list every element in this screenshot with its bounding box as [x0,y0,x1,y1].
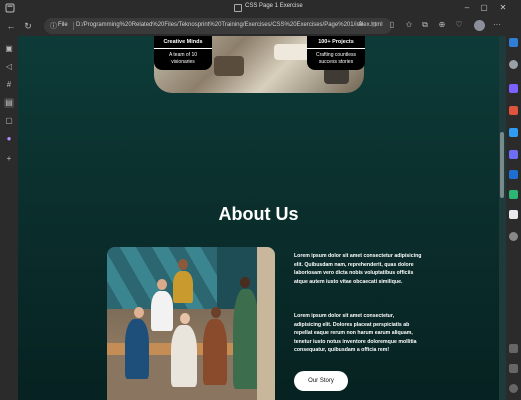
copilot-tab-icon[interactable]: ● [4,134,14,144]
scrollbar-thumb[interactable] [500,132,504,198]
team-photo [107,247,275,400]
stat-card-creative-minds: Creative Minds A team of 10 visionaries [154,36,212,70]
url-text[interactable]: D:/Programming%20Related%20Files/Teknosp… [76,22,383,28]
about-paragraph-1: Lorem ipsum dolor sit amet consectetur a… [294,253,422,285]
card-title: Creative Minds [163,39,203,45]
vertical-tabs-sidebar: ▣ ◁ # ▤ ▢ ● + [0,36,18,400]
favorites-icon[interactable]: ✩ [403,20,415,29]
card-text: Crafting countless success stories [315,52,357,65]
card-title: 100+ Projects [318,39,354,45]
add-sidebar-app-icon[interactable] [509,232,518,241]
drop-icon[interactable] [509,190,518,199]
microsoft-365-icon[interactable] [509,150,518,159]
collections-icon[interactable]: ⧉ [419,20,431,30]
shopping-icon[interactable] [509,84,518,93]
more-icon[interactable]: ··· [491,20,503,29]
page-scrollbar[interactable] [499,36,506,400]
performance-icon[interactable]: ♡ [453,20,465,29]
outlook-icon[interactable] [509,170,518,179]
address-divider [73,22,74,30]
our-story-button[interactable]: Our Story [294,371,348,391]
tab-actions-icon[interactable]: ▣ [4,44,14,54]
edge-sidebar [506,36,521,400]
tools-icon[interactable] [509,106,518,115]
hide-sidebar-icon[interactable] [509,344,518,353]
profile-icon[interactable] [474,20,485,31]
card-text: A team of 10 visionaries [168,52,198,65]
back-icon[interactable]: ← [4,19,18,33]
games-icon[interactable] [509,128,518,137]
refresh-icon[interactable]: ↻ [21,19,35,33]
browser-app-icon[interactable] [5,3,15,13]
external-link-icon[interactable] [509,364,518,373]
speaker-tab-icon[interactable]: ◁ [4,62,14,72]
web-page: Creative Minds A team of 10 visionaries … [18,36,499,400]
scheme-label: File [58,22,68,28]
new-tab-icon[interactable]: + [4,154,14,164]
info-icon[interactable]: ⓘ [50,21,57,31]
settings-icon[interactable] [509,384,518,393]
minimize-icon[interactable]: – [461,2,473,14]
copilot-icon[interactable] [509,38,518,47]
about-paragraph-2: Lorem ipsum dolor sit amet consectetur, … [294,313,417,354]
favorite-icon[interactable]: ☆ [371,21,377,29]
read-aloud-icon[interactable]: A [358,21,363,28]
active-page-tab-icon[interactable]: ▤ [4,98,14,108]
address-toolbar: ← ↻ ⓘ File D:/Programming%20Related%20Fi… [0,16,521,36]
card-divider [307,48,365,49]
card-divider [154,48,212,49]
split-screen-icon[interactable]: ▯ [386,20,398,29]
window-title-bar: CSS Page 1 Exercise – ▢ ✕ [0,0,521,16]
office-icon[interactable] [509,210,518,219]
search-icon[interactable] [509,60,518,69]
document-tab-icon[interactable]: ▢ [4,116,14,126]
close-icon[interactable]: ✕ [497,2,509,14]
hashtag-tab-icon[interactable]: # [4,80,14,90]
address-bar[interactable]: ⓘ File D:/Programming%20Related%20Files/… [44,18,392,34]
extensions-icon[interactable]: ⊕ [436,20,448,29]
window-title: CSS Page 1 Exercise [245,3,303,9]
page-tab-icon [234,4,242,12]
stat-card-projects: 100+ Projects Crafting countless success… [307,36,365,70]
maximize-icon[interactable]: ▢ [478,2,490,14]
about-heading: About Us [218,204,299,224]
